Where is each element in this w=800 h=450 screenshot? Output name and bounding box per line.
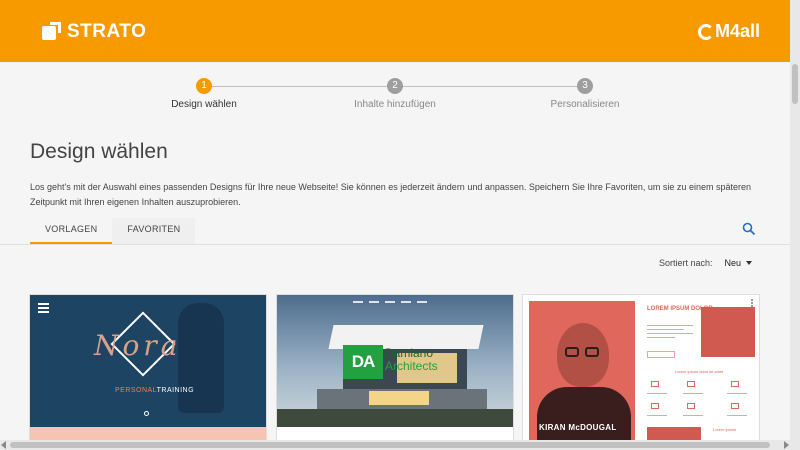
more-options-icon <box>751 299 754 307</box>
strato-logo-mark <box>42 22 62 42</box>
preview-nav <box>353 301 427 303</box>
ground <box>277 409 513 427</box>
sort-control: Sortiert nach: Neu <box>659 258 752 268</box>
strato-brand-text: STRATO <box>67 21 147 42</box>
progress-stepper: 1 Design wählen 2 Inhalte hinzufügen 3 P… <box>140 78 660 112</box>
preview-text-line <box>683 415 703 416</box>
scroll-left-icon[interactable] <box>1 441 6 449</box>
person-name: KIRAN McDOUGAL <box>539 423 617 432</box>
preview-text-line <box>647 393 667 394</box>
preview-text-line <box>647 415 667 416</box>
step-design[interactable]: 1 Design wählen <box>134 78 274 110</box>
architect-name: Damiano Architects <box>385 347 438 373</box>
preview-text-line <box>683 393 703 394</box>
preview-text-line <box>727 393 747 394</box>
preview-button <box>647 351 675 358</box>
scrollbar-thumb[interactable] <box>10 442 770 448</box>
sort-dropdown[interactable]: Neu <box>724 258 741 268</box>
scrollbar-thumb[interactable] <box>792 64 798 104</box>
preview-subheading: Lorem ipsum dolor sit amet <box>675 369 724 374</box>
caption-rest: TRAINING <box>156 387 195 394</box>
name-line-2: Architects <box>385 359 438 373</box>
athlete-figure <box>178 303 224 413</box>
sort-label: Sortiert nach: <box>658 258 713 268</box>
template-card-architects[interactable]: DA Damiano Architects <box>276 294 514 444</box>
preview-section-title: Lorem ipsum <box>713 427 737 432</box>
tabs-divider <box>0 244 790 245</box>
cm4all-brand-text: M4all <box>714 21 760 41</box>
house-light <box>369 391 429 405</box>
vertical-scrollbar[interactable] <box>790 0 800 450</box>
scroll-right-icon[interactable] <box>784 441 789 449</box>
page-title: Design wählen <box>30 140 168 163</box>
template-caption: PERSONALTRAINING <box>115 387 194 394</box>
template-card-personal-training[interactable]: Nora PERSONALTRAINING <box>29 294 267 444</box>
hamburger-menu-icon <box>38 303 49 313</box>
cm4all-c-mark <box>697 23 714 40</box>
feature-icon <box>651 403 659 409</box>
tab-favoriten[interactable]: FAVORITEN <box>112 218 196 244</box>
strato-logo[interactable]: STRATO <box>42 21 146 43</box>
preview-text-line <box>727 415 747 416</box>
step-content[interactable]: 2 Inhalte hinzufügen <box>325 78 465 110</box>
step-number: 2 <box>387 78 403 94</box>
chevron-down-icon[interactable] <box>746 261 752 265</box>
feature-icon <box>687 381 695 387</box>
script-logo-text: Nora <box>94 329 182 362</box>
template-tabs: VORLAGEN FAVORITEN <box>30 218 196 244</box>
portrait-photo: KIRAN McDOUGAL <box>529 301 635 443</box>
glasses-shape <box>565 347 601 357</box>
caption-accent: PERSONAL <box>115 387 157 394</box>
step-label: Design wählen <box>171 99 237 110</box>
preview-image <box>701 307 755 357</box>
tab-vorlagen[interactable]: VORLAGEN <box>30 218 113 244</box>
top-header: STRATO M4all <box>0 0 790 62</box>
horizontal-scrollbar[interactable] <box>0 440 790 450</box>
cm4all-logo: M4all <box>697 21 760 42</box>
feature-icon <box>731 381 739 387</box>
step-number: 1 <box>196 78 212 94</box>
preview-text-lines <box>647 325 693 341</box>
portrait-torso <box>537 387 631 443</box>
feature-icon <box>651 381 659 387</box>
step-label: Personalisieren <box>550 99 620 110</box>
da-logo-badge: DA <box>343 345 383 379</box>
feature-icon <box>731 403 739 409</box>
template-card-portfolio[interactable]: KIRAN McDOUGAL LOREM IPSUM DOLOR Lorem i… <box>522 294 760 444</box>
step-personalize[interactable]: 3 Personalisieren <box>515 78 655 110</box>
step-label: Inhalte hinzufügen <box>354 99 436 110</box>
search-icon[interactable] <box>742 222 756 236</box>
step-number: 3 <box>577 78 593 94</box>
scroll-indicator-icon <box>144 411 149 416</box>
intro-text: Los geht's mit der Auswahl eines passend… <box>30 182 751 207</box>
feature-icon <box>687 403 695 409</box>
